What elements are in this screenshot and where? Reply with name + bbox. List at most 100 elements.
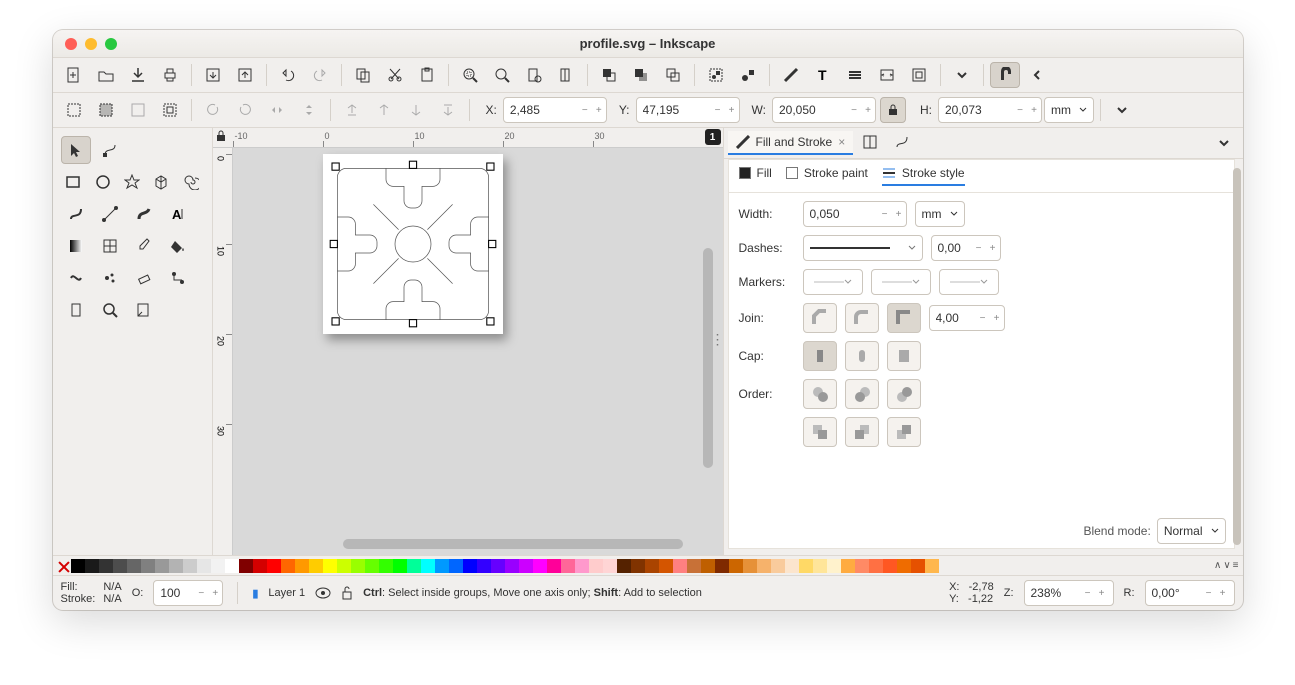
zoom-drawing-button[interactable] <box>487 62 517 88</box>
color-swatch[interactable] <box>911 559 925 573</box>
marker-end-select[interactable] <box>939 269 999 295</box>
paste-button[interactable] <box>412 62 442 88</box>
select-all-button[interactable] <box>91 97 121 123</box>
rotation-input[interactable]: −+ <box>1145 580 1235 606</box>
redo-button[interactable] <box>305 62 335 88</box>
color-swatch[interactable] <box>589 559 603 573</box>
color-swatch[interactable] <box>99 559 113 573</box>
color-swatch[interactable] <box>169 559 183 573</box>
copy-button[interactable] <box>348 62 378 88</box>
y-field[interactable] <box>637 98 711 122</box>
dash-offset-input[interactable]: −+ <box>931 235 1001 261</box>
x-input[interactable]: −+ <box>503 97 607 123</box>
mesh-tool[interactable] <box>95 232 125 260</box>
color-swatch[interactable] <box>855 559 869 573</box>
join-round-button[interactable] <box>845 303 879 333</box>
rectangle-tool[interactable] <box>61 168 86 196</box>
canvas[interactable] <box>233 148 723 555</box>
color-swatch[interactable] <box>435 559 449 573</box>
h-input[interactable]: −+ <box>938 97 1042 123</box>
color-swatch[interactable] <box>421 559 435 573</box>
unit-select[interactable]: mm <box>1044 97 1094 123</box>
zoom-input[interactable]: −+ <box>1024 580 1114 606</box>
color-swatch[interactable] <box>505 559 519 573</box>
color-swatch[interactable] <box>925 559 939 573</box>
color-swatch[interactable] <box>141 559 155 573</box>
color-swatch[interactable] <box>645 559 659 573</box>
color-swatch[interactable] <box>659 559 673 573</box>
dock-menu-button[interactable] <box>1209 130 1239 156</box>
undo-button[interactable] <box>273 62 303 88</box>
layer-visibility-toggle[interactable] <box>315 587 331 599</box>
options-overflow[interactable] <box>1107 97 1137 123</box>
print-button[interactable] <box>155 62 185 88</box>
cut-button[interactable] <box>380 62 410 88</box>
color-swatch[interactable] <box>869 559 883 573</box>
color-swatch[interactable] <box>673 559 687 573</box>
ruler-lock-icon[interactable] <box>215 130 227 142</box>
flip-h-button[interactable] <box>262 97 292 123</box>
color-swatch[interactable] <box>85 559 99 573</box>
miter-limit-input[interactable]: −+ <box>929 305 1005 331</box>
color-swatch[interactable] <box>631 559 645 573</box>
rotate-ccw-button[interactable] <box>198 97 228 123</box>
dash-pattern-select[interactable] <box>803 235 923 261</box>
palette-prev-button[interactable]: ∧ <box>1214 560 1221 571</box>
subtab-stroke-style[interactable]: Stroke style <box>882 166 965 186</box>
color-swatch[interactable] <box>799 559 813 573</box>
rotate-cw-button[interactable] <box>230 97 260 123</box>
vertical-ruler[interactable]: 0102030 <box>213 148 233 555</box>
gradient-tool[interactable] <box>61 232 91 260</box>
connector-tool[interactable] <box>163 264 193 292</box>
subtab-fill[interactable]: Fill <box>739 166 772 186</box>
color-swatch[interactable] <box>729 559 743 573</box>
window-close-button[interactable] <box>65 38 77 50</box>
zoom-page-button[interactable] <box>519 62 549 88</box>
selector-tool[interactable] <box>61 136 91 164</box>
color-swatch[interactable] <box>379 559 393 573</box>
color-swatch[interactable] <box>701 559 715 573</box>
unlink-clone-button[interactable] <box>658 62 688 88</box>
flip-v-button[interactable] <box>294 97 324 123</box>
order-3-button[interactable] <box>887 379 921 409</box>
raise-button[interactable] <box>369 97 399 123</box>
ungroup-button[interactable] <box>733 62 763 88</box>
color-swatch[interactable] <box>281 559 295 573</box>
color-swatch[interactable] <box>715 559 729 573</box>
spiral-tool[interactable] <box>178 168 203 196</box>
eraser-tool[interactable] <box>129 264 159 292</box>
dock-scrollbar[interactable] <box>1233 168 1241 545</box>
subtab-stroke-paint[interactable]: Stroke paint <box>786 166 868 186</box>
color-swatch[interactable] <box>197 559 211 573</box>
horizontal-scrollbar[interactable] <box>343 539 683 549</box>
stroke-value[interactable]: N/A <box>103 593 121 605</box>
color-swatch[interactable] <box>113 559 127 573</box>
group-button[interactable] <box>701 62 731 88</box>
deselect-button[interactable] <box>123 97 153 123</box>
w-field[interactable] <box>773 98 847 122</box>
order-6-button[interactable] <box>887 417 921 447</box>
lpe-tool[interactable] <box>61 296 91 324</box>
calligraphy-tool[interactable] <box>129 200 159 228</box>
cap-round-button[interactable] <box>845 341 879 371</box>
color-swatch[interactable] <box>813 559 827 573</box>
text-tool[interactable]: A <box>163 200 193 228</box>
fill-stroke-dialog-button[interactable] <box>776 62 806 88</box>
opacity-input[interactable]: −+ <box>153 580 223 606</box>
color-swatch[interactable] <box>449 559 463 573</box>
duplicate-button[interactable] <box>594 62 624 88</box>
panel-splitter-handle[interactable]: ⋮ <box>711 331 723 348</box>
color-swatch[interactable] <box>253 559 267 573</box>
save-button[interactable] <box>123 62 153 88</box>
color-swatch[interactable] <box>897 559 911 573</box>
layer-lock-toggle[interactable] <box>341 586 353 600</box>
marker-mid-select[interactable] <box>871 269 931 295</box>
pencil-tool[interactable] <box>61 200 91 228</box>
color-swatch[interactable] <box>463 559 477 573</box>
vertical-scrollbar[interactable] <box>703 248 713 468</box>
window-minimize-button[interactable] <box>85 38 97 50</box>
layers-dialog-button[interactable] <box>840 62 870 88</box>
current-layer[interactable]: Layer 1 <box>268 587 305 599</box>
snap-options-arrow[interactable] <box>1022 62 1052 88</box>
color-swatch[interactable] <box>225 559 239 573</box>
